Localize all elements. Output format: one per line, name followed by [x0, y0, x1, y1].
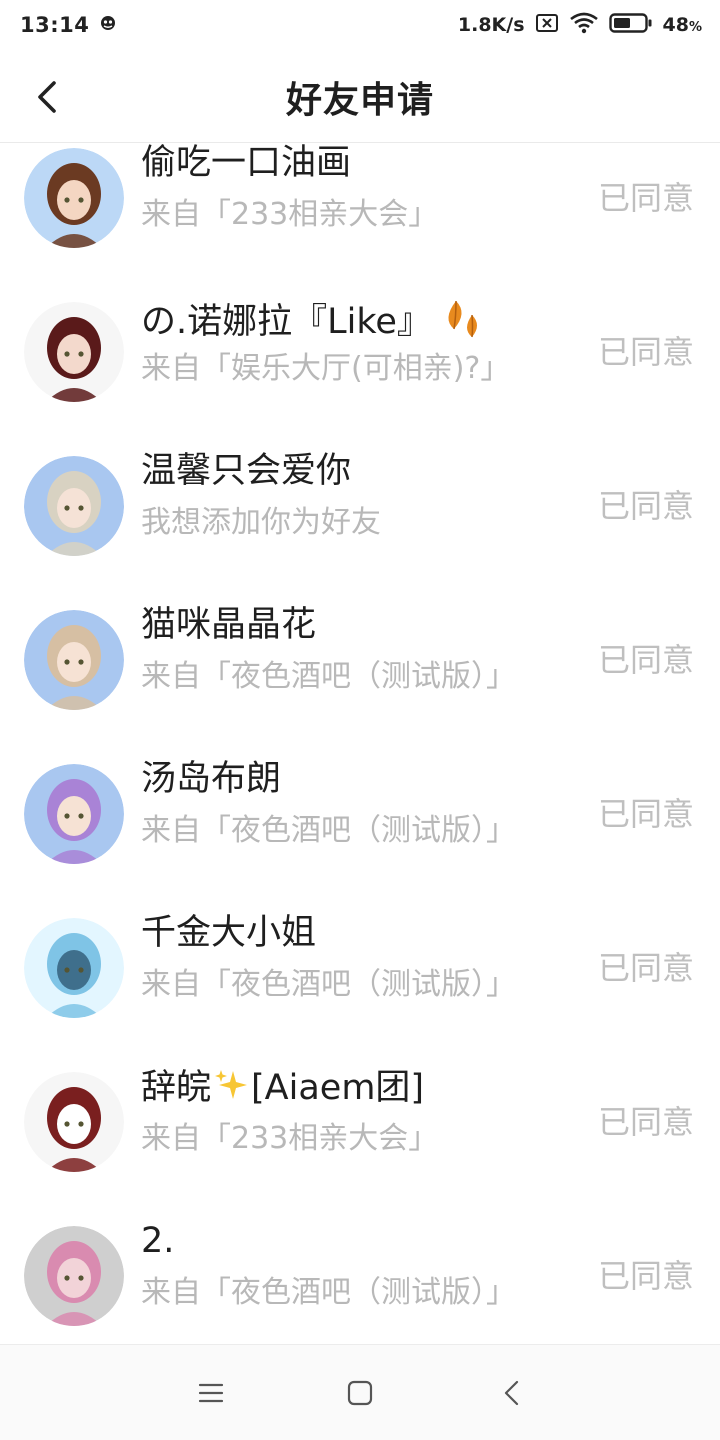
- friend-request-row[interactable]: 千金大小姐来自「夜色酒吧（测试版）」 已同意: [0, 891, 720, 1045]
- avatar[interactable]: [24, 1226, 124, 1326]
- back-arrow-icon: [38, 81, 56, 113]
- requester-name: 猫咪晶晶花: [141, 605, 316, 645]
- requester-name-text: 辞皖: [141, 1068, 212, 1108]
- requester-name: の.诺娜拉『Like』: [141, 297, 484, 348]
- leaves-emoji: [438, 297, 484, 348]
- request-status-label: 已同意: [597, 333, 694, 371]
- back-button[interactable]: [22, 72, 72, 122]
- requester-name: 汤岛布朗: [141, 759, 281, 799]
- home-square-icon: [347, 1380, 373, 1406]
- request-source: 来自「夜色酒吧（测试版）」: [141, 659, 516, 694]
- sim-off-icon: [535, 13, 559, 37]
- request-status-label: 已同意: [597, 795, 694, 833]
- avatar[interactable]: [24, 302, 124, 402]
- header: 好友申请: [0, 50, 720, 143]
- request-source: 来自「娱乐大厅(可相亲)?」: [141, 351, 511, 386]
- requester-name: 千金大小姐: [141, 913, 316, 953]
- friend-request-row[interactable]: 辞皖 [Aiaem团] 来自「233相亲大会」 已同意: [0, 1045, 720, 1199]
- requester-name: 辞皖 [Aiaem团]: [141, 1067, 424, 1112]
- requester-name-text: 猫咪晶晶花: [141, 605, 317, 645]
- battery-icon: [608, 12, 653, 38]
- battery-level: 48: [662, 14, 689, 36]
- status-left: 13:14: [20, 13, 117, 37]
- requester-name-text: 汤岛布朗: [141, 759, 282, 799]
- nav-back-button[interactable]: [484, 1365, 540, 1421]
- battery-text: 48%: [663, 14, 702, 36]
- request-source: 来自「夜色酒吧（测试版）」: [141, 1275, 516, 1310]
- avatar[interactable]: [24, 764, 124, 864]
- home-button[interactable]: [332, 1365, 388, 1421]
- requester-name-text: 温馨只会爱你: [141, 451, 352, 491]
- status-bar: 13:14 1.8K/s 48%: [0, 0, 720, 50]
- friend-request-row[interactable]: 猫咪晶晶花来自「夜色酒吧（测试版）」 已同意: [0, 583, 720, 737]
- sparkles-emoji: [213, 1067, 249, 1112]
- wifi-icon: [569, 12, 599, 38]
- status-time: 13:14: [20, 13, 90, 37]
- request-status-label: 已同意: [597, 487, 694, 525]
- requester-name-text: 千金大小姐: [141, 913, 317, 953]
- friend-request-list[interactable]: 偷吃一口油画 来自「233相亲大会」 已同意 の.诺娜拉『Like』 来自「娱乐大厅(可…: [0, 144, 720, 1344]
- requester-name-text: 偷吃一口油画: [141, 144, 352, 183]
- request-source: 来自「夜色酒吧（测试版）」: [141, 967, 516, 1002]
- requester-name-suffix: [Aiaem团]: [251, 1068, 425, 1108]
- request-source: 来自「233相亲大会」: [141, 197, 439, 232]
- requester-name: 温馨只会爱你: [141, 451, 351, 491]
- avatar[interactable]: [24, 456, 124, 556]
- menu-icon: [198, 1383, 224, 1403]
- avatar[interactable]: [24, 610, 124, 710]
- request-status-label: 已同意: [597, 641, 694, 679]
- notification-icon: [99, 14, 117, 36]
- request-status-label: 已同意: [597, 1103, 694, 1141]
- requester-name-text: の.诺娜拉『Like』: [141, 302, 432, 342]
- request-status-label: 已同意: [597, 179, 694, 217]
- friend-request-row[interactable]: 2. 来自「夜色酒吧（测试版）」 已同意: [0, 1199, 720, 1344]
- back-chevron-icon: [504, 1380, 519, 1406]
- request-source: 我想添加你为好友: [141, 505, 381, 540]
- network-speed: 1.8K/s: [457, 14, 525, 36]
- avatar[interactable]: [24, 1072, 124, 1172]
- requester-name-text: 2.: [141, 1221, 175, 1261]
- request-status-label: 已同意: [597, 949, 694, 987]
- menu-button[interactable]: [183, 1365, 239, 1421]
- request-status-label: 已同意: [597, 1257, 694, 1295]
- avatar[interactable]: [24, 148, 124, 248]
- requester-name: 2.: [141, 1221, 174, 1261]
- page-title: 好友申请: [285, 79, 434, 121]
- friend-request-row[interactable]: 偷吃一口油画来自「233相亲大会」 已同意: [0, 144, 720, 275]
- requester-name: 偷吃一口油画: [141, 144, 351, 183]
- system-nav-bar: [0, 1344, 720, 1440]
- request-source: 来自「233相亲大会」: [141, 1121, 439, 1156]
- friend-request-row[interactable]: の.诺娜拉『Like』来自「娱乐大厅(可相亲)?」 已同意: [0, 275, 720, 429]
- friend-request-row[interactable]: 汤岛布朗来自「夜色酒吧（测试版）」 已同意: [0, 737, 720, 891]
- friend-request-row[interactable]: 温馨只会爱你我想添加你为好友 已同意: [0, 429, 720, 583]
- battery-unit: %: [688, 20, 702, 35]
- status-right: 1.8K/s 48%: [458, 12, 702, 38]
- avatar[interactable]: [24, 918, 124, 1018]
- request-source: 来自「夜色酒吧（测试版）」: [141, 813, 516, 848]
